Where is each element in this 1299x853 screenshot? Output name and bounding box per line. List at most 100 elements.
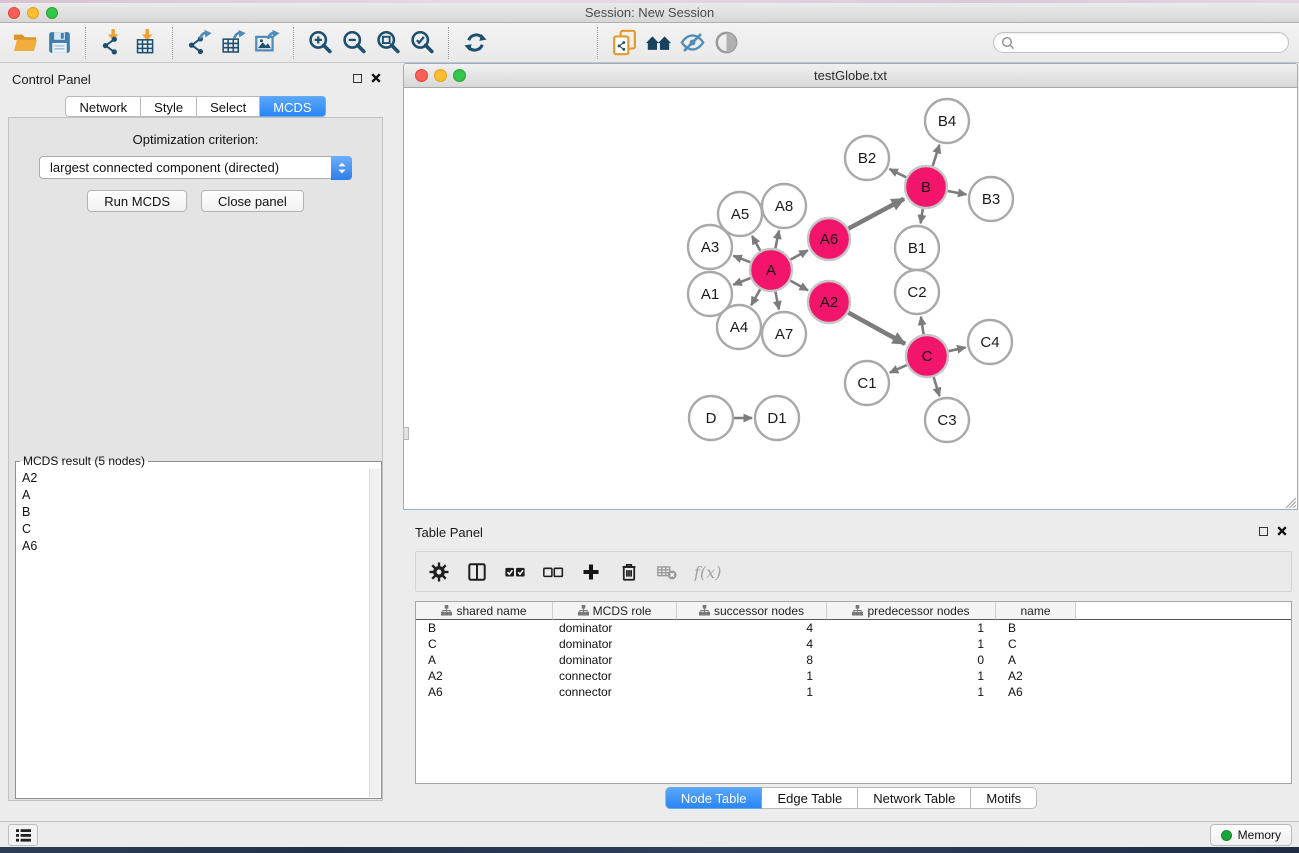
delete-row-button[interactable] [618, 561, 640, 583]
mcds-result-item[interactable]: B [16, 504, 368, 521]
table-cell[interactable]: A [996, 652, 1076, 668]
mcds-result-list[interactable]: A2ABCA6 [16, 470, 368, 798]
optimization-criterion-select[interactable]: largest connected component (directed) [39, 156, 352, 179]
table-cell[interactable]: C [416, 636, 553, 652]
app-titlebar[interactable]: Session: New Session [0, 3, 1299, 23]
table-cell[interactable]: 1 [827, 684, 996, 700]
zoom-selected-button[interactable] [405, 26, 439, 60]
table-row[interactable]: Cdominator41C [416, 636, 1291, 652]
tab-network-table[interactable]: Network Table [858, 787, 971, 809]
mcds-result-item[interactable]: A2 [16, 470, 368, 487]
graph-node-C2[interactable]: C2 [895, 270, 939, 314]
graph-edge-C-C4[interactable] [949, 347, 966, 351]
graph-node-A2[interactable]: A2 [808, 281, 850, 323]
table-cell[interactable]: 0 [827, 652, 996, 668]
table-row[interactable]: Bdominator41B [416, 620, 1291, 636]
home-button[interactable] [641, 26, 675, 60]
table-cell[interactable]: dominator [553, 620, 677, 636]
graph-edge-A-A2[interactable] [790, 281, 808, 291]
close-panel-icon[interactable] [371, 73, 381, 83]
table-cell[interactable]: A6 [996, 684, 1076, 700]
mcds-result-item[interactable]: A [16, 487, 368, 504]
column-header-mcds-role[interactable]: MCDS role [553, 602, 677, 620]
graph-edge-C-C3[interactable] [934, 377, 940, 396]
table-cell[interactable]: connector [553, 668, 677, 684]
graph-edge-B-B2[interactable] [889, 169, 906, 177]
tab-style[interactable]: Style [141, 96, 197, 117]
import-network-button[interactable] [95, 26, 129, 60]
graph-edge-B-B4[interactable] [933, 145, 940, 166]
function-builder-button[interactable]: f(x) [694, 561, 724, 583]
table-cell[interactable]: 1 [827, 636, 996, 652]
table-row[interactable]: A6connector11A6 [416, 684, 1291, 700]
table-cell[interactable]: A [416, 652, 553, 668]
column-header-successor-nodes[interactable]: successor nodes [677, 602, 827, 620]
select-all-button[interactable] [504, 561, 526, 583]
splitter-grip[interactable] [403, 427, 409, 440]
graph-edge-B-B3[interactable] [948, 191, 967, 195]
column-header-shared-name[interactable]: shared name [416, 602, 553, 620]
table-cell[interactable]: 1 [677, 684, 827, 700]
graph-edge-A-A4[interactable] [751, 289, 760, 305]
tab-network[interactable]: Network [65, 96, 141, 117]
graph-edge-A-A6[interactable] [790, 250, 807, 259]
graph-node-B1[interactable]: B1 [895, 226, 939, 270]
tab-mcds[interactable]: MCDS [260, 96, 325, 117]
node-table[interactable]: shared nameMCDS rolesuccessor nodesprede… [415, 601, 1292, 784]
close-table-panel-icon[interactable] [1277, 526, 1287, 536]
graph-edge-A-A7[interactable] [775, 292, 779, 310]
float-table-panel-icon[interactable] [1259, 527, 1268, 536]
tab-select[interactable]: Select [197, 96, 260, 117]
graph-edge-A-A1[interactable] [733, 278, 750, 285]
column-header-predecessor-nodes[interactable]: predecessor nodes [827, 602, 996, 620]
table-cell[interactable]: dominator [553, 636, 677, 652]
table-cell[interactable]: A2 [996, 668, 1076, 684]
graph-node-A3[interactable]: A3 [688, 225, 732, 269]
table-cell[interactable]: C [996, 636, 1076, 652]
export-image-button[interactable] [250, 26, 284, 60]
graph-edge-C-C1[interactable] [890, 365, 907, 373]
table-cell[interactable]: 8 [677, 652, 827, 668]
graph-edge-A2-C[interactable] [848, 313, 905, 344]
tab-node-table[interactable]: Node Table [665, 787, 763, 809]
column-header-name[interactable]: name [996, 602, 1076, 620]
graph-node-D[interactable]: D [689, 396, 733, 440]
open-session-button[interactable] [8, 26, 42, 60]
hide-graphics-details-button[interactable] [675, 26, 709, 60]
settings-gear-button[interactable] [428, 561, 450, 583]
table-cell[interactable]: 1 [827, 620, 996, 636]
tab-edge-table[interactable]: Edge Table [762, 787, 858, 809]
graph-edge-A-A3[interactable] [733, 256, 750, 262]
export-network-button[interactable] [182, 26, 216, 60]
graph-node-C[interactable]: C [906, 335, 948, 377]
graph-node-B[interactable]: B [905, 166, 947, 208]
export-table-button[interactable] [216, 26, 250, 60]
clone-network-button[interactable] [607, 26, 641, 60]
graph-node-B2[interactable]: B2 [845, 136, 889, 180]
graph-edge-B-B1[interactable] [921, 209, 923, 224]
delete-table-button[interactable] [656, 561, 678, 583]
graph-node-C3[interactable]: C3 [925, 398, 969, 442]
graph-node-C4[interactable]: C4 [968, 320, 1012, 364]
table-cell[interactable]: B [416, 620, 553, 636]
graph-node-B4[interactable]: B4 [925, 99, 969, 143]
network-view-canvas[interactable]: B4B2BB3A5A8A6A3B1AC2A1A2A4A7C4CC1C3DD1 [404, 89, 1297, 509]
mcds-result-item[interactable]: A6 [16, 538, 368, 555]
result-list-scrollbar[interactable] [369, 469, 380, 797]
graph-node-A6[interactable]: A6 [808, 218, 850, 260]
zoom-fit-button[interactable] [371, 26, 405, 60]
float-panel-icon[interactable] [353, 74, 362, 83]
search-input[interactable] [1015, 34, 1288, 51]
graph-edge-C-C2[interactable] [921, 317, 924, 335]
table-cell[interactable]: B [996, 620, 1076, 636]
table-cell[interactable]: dominator [553, 652, 677, 668]
window-resize-grip[interactable] [1283, 495, 1296, 508]
graph-edge-A6-B[interactable] [848, 199, 904, 229]
mcds-result-item[interactable]: C [16, 521, 368, 538]
split-view-button[interactable] [466, 561, 488, 583]
graph-node-A8[interactable]: A8 [762, 184, 806, 228]
network-window-titlebar[interactable]: testGlobe.txt [404, 64, 1297, 88]
save-session-button[interactable] [42, 26, 76, 60]
zoom-in-button[interactable] [303, 26, 337, 60]
deselect-all-button[interactable] [542, 561, 564, 583]
